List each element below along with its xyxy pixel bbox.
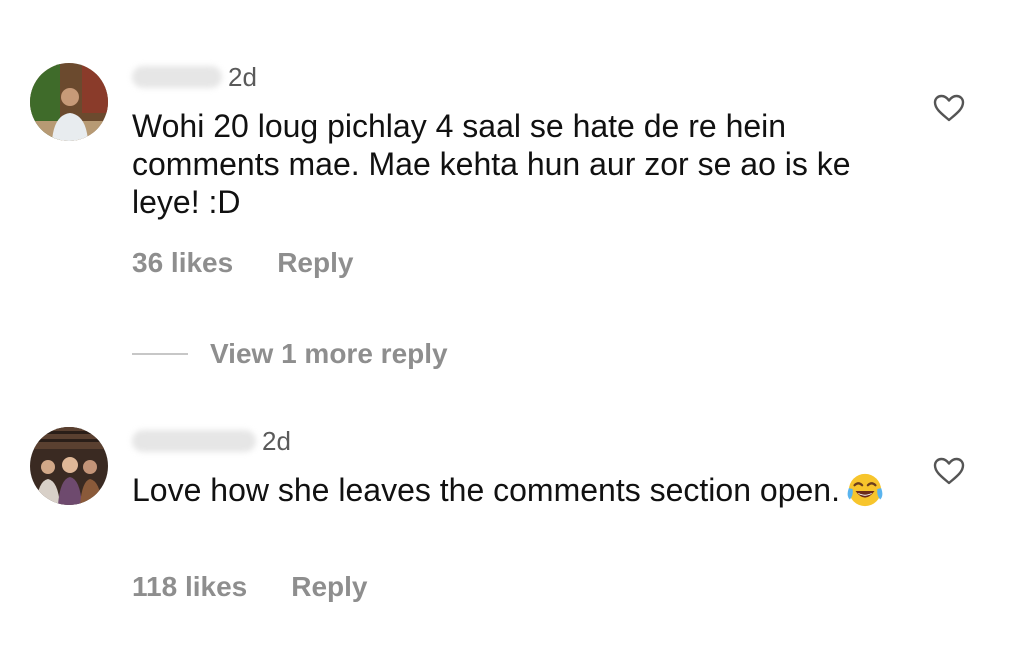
username-redacted[interactable] — [132, 66, 222, 88]
username-redacted[interactable] — [132, 430, 256, 452]
heart-icon[interactable] — [932, 93, 966, 123]
avatar[interactable] — [30, 63, 108, 141]
comment-actions: 118 likes Reply — [132, 571, 367, 603]
likes-count[interactable]: 118 likes — [132, 571, 247, 603]
face-with-tears-of-joy-icon — [847, 473, 883, 507]
reply-button[interactable]: Reply — [291, 571, 367, 603]
comment-meta: 2d — [132, 424, 291, 458]
comment-text-content: Love how she leaves the comments section… — [132, 472, 840, 508]
likes-count[interactable]: 36 likes — [132, 247, 233, 279]
comment-time: 2d — [228, 61, 257, 92]
avatar[interactable] — [30, 427, 108, 505]
comment-time: 2d — [262, 425, 291, 456]
reply-button[interactable]: Reply — [277, 247, 353, 279]
view-more-replies-label[interactable]: View 1 more reply — [210, 338, 448, 370]
view-more-replies[interactable]: View 1 more reply — [132, 334, 448, 374]
reply-thread-line — [132, 353, 188, 355]
comment-text: Wohi 20 loug pichlay 4 saal se hate de r… — [132, 108, 851, 220]
comment-text: Love how she leaves the comments section… — [132, 471, 902, 509]
comment-meta: 2d — [132, 60, 257, 94]
heart-icon[interactable] — [932, 456, 966, 486]
comment-actions: 36 likes Reply — [132, 247, 353, 279]
